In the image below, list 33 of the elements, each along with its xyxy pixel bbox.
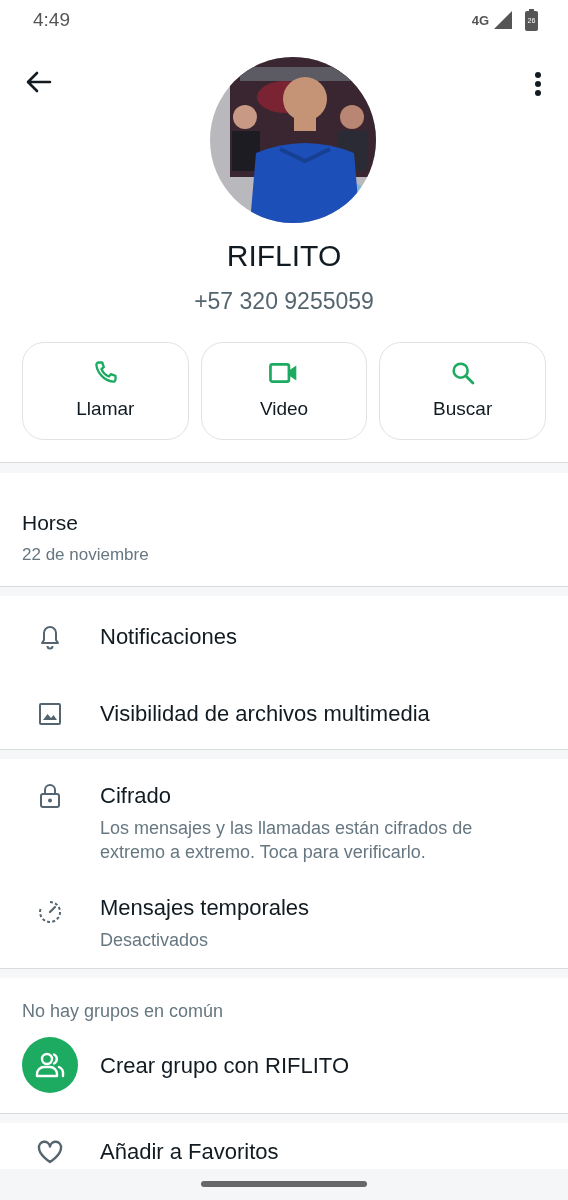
more-options-icon (534, 70, 542, 97)
heart-icon (36, 1139, 64, 1165)
phone-number: +57 320 9255059 (193, 286, 375, 316)
lock-icon (39, 783, 61, 810)
row-title: Añadir a Favoritos (100, 1138, 279, 1167)
action-button[interactable]: Llamar (22, 342, 189, 441)
image-icon (38, 701, 62, 726)
about-date: 22 de noviembre (22, 544, 150, 567)
settings-row[interactable]: Notificaciones (0, 617, 568, 656)
row-subtitle: Los mensajes y las llamadas están cifrados de extremo a extremo. Toca para verificarlo. (100, 817, 474, 865)
favorites-row[interactable]: Añadir a Favoritos (0, 1135, 568, 1169)
row-title: Crear grupo con RIFLITO (100, 1051, 350, 1080)
clock-time: 4:49 (33, 8, 70, 33)
contact-name: RIFLITO (225, 237, 343, 274)
row-subtitle: Desactivados (100, 928, 210, 952)
row-title: Notificaciones (100, 623, 237, 652)
row-title: Cifrado (100, 782, 172, 811)
bell-icon (38, 623, 62, 650)
row-title: Visibilidad de archivos multimedia (100, 700, 430, 729)
section-heading: No hay grupos en común (21, 1000, 225, 1024)
back-arrow-icon (26, 70, 52, 93)
signal-icon (493, 10, 513, 31)
action-button[interactable]: Video (200, 342, 368, 441)
about-text: Horse (22, 509, 80, 536)
network-type: 4G (471, 11, 489, 30)
settings-row[interactable]: Mensajes temporales Desactivados (0, 890, 568, 952)
home-indicator[interactable] (201, 1181, 367, 1188)
settings-row[interactable]: Visibilidad de archivos multimedia (0, 694, 568, 733)
create-group-row[interactable]: Crear grupo con RIFLITO (0, 1025, 568, 1094)
action-button[interactable]: Buscar (379, 342, 546, 441)
row-title: Mensajes temporales (100, 893, 310, 922)
timer-icon (37, 898, 63, 925)
settings-row[interactable]: Cifrado Los mensajes y las llamadas están cifrados de extremo a extremo. Toca para verificarlo. (0, 779, 568, 865)
